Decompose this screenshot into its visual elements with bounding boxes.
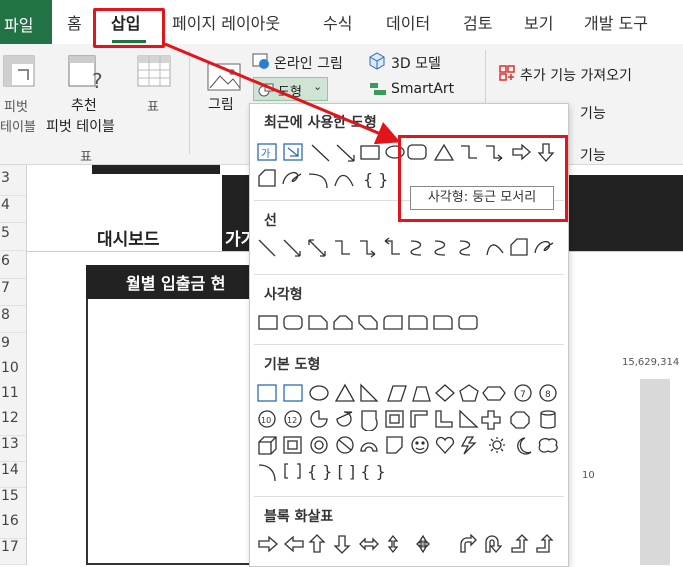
shapes-label: 도형 xyxy=(278,85,302,100)
online-picture-label[interactable]: 온라인 그림 xyxy=(274,53,343,73)
basic-shapes-row-1: 7 8 xyxy=(257,383,563,405)
smartart-icon[interactable] xyxy=(368,81,388,97)
addins-label[interactable]: 추가 기능 가져오기 xyxy=(520,65,632,85)
table-label: 표 xyxy=(147,100,159,115)
picture-icon[interactable] xyxy=(204,58,244,96)
tab-view[interactable]: 보기 xyxy=(524,10,553,34)
shape-tooltip: 사각형: 둥근 모서리 xyxy=(410,186,554,210)
cube-3d-icon[interactable] xyxy=(368,52,386,70)
bar xyxy=(640,379,670,565)
vertical-text-box-icon xyxy=(283,143,303,161)
tab-data[interactable]: 데이터 xyxy=(386,10,430,34)
row-header[interactable]: 10 xyxy=(0,360,26,386)
recommended-label-2: 피벗 테이블 xyxy=(46,119,115,135)
recent-shapes-row-2: { } xyxy=(257,168,407,190)
tab-page-layout[interactable]: 페이지 레이아웃 xyxy=(172,10,280,34)
svg-text:가: 가 xyxy=(261,148,270,160)
smartart-label[interactable]: SmartArt xyxy=(391,81,454,97)
row-header[interactable]: 6 xyxy=(0,253,26,279)
curve-icon xyxy=(334,174,354,187)
basic-shapes-title: 기본 도형 xyxy=(264,357,321,373)
scribble-icon xyxy=(282,172,302,185)
block-arrows-title: 블록 화살표 xyxy=(264,509,334,525)
row-header[interactable]: 15 xyxy=(0,488,26,514)
basic-shapes-row-3 xyxy=(257,435,563,457)
partial-label-1: 기능 xyxy=(580,106,606,122)
row-header[interactable]: 5 xyxy=(0,225,26,251)
row-header[interactable]: 17 xyxy=(0,539,26,565)
row-header[interactable]: 9 xyxy=(0,335,26,361)
chevron-down-icon: ⌄ xyxy=(313,80,323,93)
svg-text:7: 7 xyxy=(520,390,526,400)
axis-tick-label: 10 xyxy=(582,470,595,481)
freeform-icon xyxy=(258,169,276,187)
tab-review[interactable]: 검토 xyxy=(463,10,492,34)
row-header[interactable]: 7 xyxy=(0,280,26,306)
row-header[interactable]: 4 xyxy=(0,197,26,223)
pivot-table-icon[interactable] xyxy=(2,54,36,88)
chart-panel[interactable] xyxy=(86,265,254,565)
lines-shapes-row xyxy=(257,237,563,259)
ribbon-divider xyxy=(189,50,190,154)
addins-icon[interactable] xyxy=(498,64,516,82)
rectangles-title: 사각형 xyxy=(264,287,303,303)
tab-home[interactable]: 홈 xyxy=(67,10,82,34)
tab-file-label: 파일 xyxy=(4,16,34,35)
row-header[interactable]: 16 xyxy=(0,513,26,539)
section-divider xyxy=(254,274,564,275)
arc-icon xyxy=(308,173,328,189)
bar-value-label: 15,629,314 xyxy=(622,357,680,368)
row-header[interactable]: 3 xyxy=(0,170,26,196)
tab-formulas[interactable]: 수식 xyxy=(323,10,352,34)
row-header[interactable]: 13 xyxy=(0,436,26,462)
brace-text-icon: { } xyxy=(363,170,388,189)
rectangle-icon xyxy=(360,145,380,160)
section-divider xyxy=(254,344,564,345)
brace-text-icon: { } [ ] { } xyxy=(307,462,386,481)
pivot-label-1: 피벗 xyxy=(4,100,28,115)
recent-shapes-title: 최근에 사용한 도형 xyxy=(264,115,377,131)
tab-developer[interactable]: 개발 도구 xyxy=(584,10,648,34)
picture-label: 그림 xyxy=(208,97,234,113)
tab-file[interactable]: 파일 xyxy=(0,0,52,44)
row-header[interactable]: 12 xyxy=(0,410,26,436)
pivot-label-2: 테이블 xyxy=(0,120,36,135)
arrow-line-icon xyxy=(336,144,355,162)
model-3d-label[interactable]: 3D 모델 xyxy=(391,53,441,73)
rectangle-shapes-row xyxy=(257,312,487,334)
insert-tab-highlight xyxy=(93,8,165,48)
row-header[interactable]: 14 xyxy=(0,462,26,488)
basic-shapes-row-4: { } [ ] { } xyxy=(257,461,457,483)
group-label-table: 표 xyxy=(80,150,92,165)
partial-label-2: 기능 xyxy=(580,148,606,164)
recommended-pivot-icon[interactable]: ? xyxy=(66,54,106,93)
svg-text:12: 12 xyxy=(287,416,297,425)
dashboard-label: 대시보드 xyxy=(97,230,160,250)
section-divider xyxy=(254,496,564,497)
shapes-icon xyxy=(258,83,274,97)
table-icon[interactable] xyxy=(136,54,172,88)
svg-text:10: 10 xyxy=(261,416,271,425)
basic-shapes-row-2: 10 12 xyxy=(257,409,563,431)
online-picture-icon[interactable] xyxy=(252,52,270,70)
chart-title: 월별 입출금 현 xyxy=(126,274,226,293)
row-header[interactable]: 11 xyxy=(0,385,26,411)
block-arrows-row-1 xyxy=(257,534,563,556)
recommended-label-1: 추천 xyxy=(71,98,97,114)
row-header[interactable]: 8 xyxy=(0,307,26,333)
text-box-icon: 가 xyxy=(257,143,277,161)
svg-text:?: ? xyxy=(92,69,103,90)
lines-title: 선 xyxy=(264,213,277,229)
svg-text:8: 8 xyxy=(545,390,551,400)
line-icon xyxy=(311,144,330,162)
dashboard-header-strip xyxy=(92,165,220,174)
shapes-button[interactable]: 도형 ⌄ xyxy=(253,77,328,101)
